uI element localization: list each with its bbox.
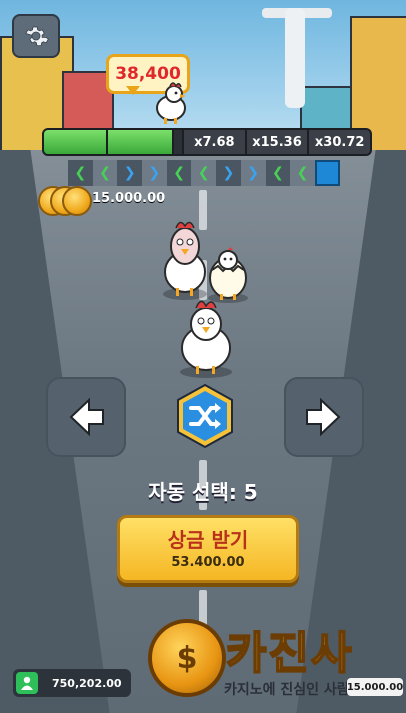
lane-history: ❮ ❮ ❯ ❯ ❮ ❮ ❯ ❯ ❮ ❮	[68, 160, 340, 186]
auto-select-count: 5	[243, 480, 258, 504]
auto-select-status: 자동 선택: 5	[0, 476, 406, 505]
move-right-button[interactable]	[284, 377, 364, 457]
arrow-left-icon	[69, 397, 104, 437]
multiplier-1: x7.68	[182, 130, 245, 154]
dollar-coin-icon: $	[148, 619, 226, 697]
multiplier-3: x30.72	[307, 130, 370, 154]
prize-value: 38,400	[115, 64, 181, 84]
wallet-amount: 750,202.00	[52, 676, 122, 690]
coin-stack-icon	[38, 186, 92, 216]
hatching-egg-character	[208, 247, 248, 303]
collect-prize-button[interactable]: 상금 받기 53.400.00	[117, 515, 299, 583]
logo-title: 카진사	[225, 627, 354, 680]
chevron-right-icon: ❯	[240, 160, 266, 186]
chevron-left-icon: ❮	[290, 160, 315, 186]
user-icon	[16, 672, 38, 694]
chevron-right-icon: ❯	[117, 160, 143, 186]
logo-amount: 15.000.00	[347, 678, 403, 696]
progress-gap	[174, 130, 182, 154]
game-scene: 38,400 x7.68 x15.36 x30.72 ❮ ❮ ❯ ❯ ❮ ❮ ❯…	[0, 0, 406, 713]
prize-bubble-tail	[126, 86, 140, 95]
multiplier-progress-bar: x7.68 x15.36 x30.72	[42, 128, 372, 156]
settings-button[interactable]	[12, 14, 60, 58]
chevron-right-icon: ❯	[142, 160, 167, 186]
progress-segment	[108, 130, 174, 154]
shuffle-icon	[177, 383, 233, 449]
move-left-button[interactable]	[46, 377, 126, 457]
coin-balance: 15.000.00	[92, 191, 166, 206]
wallet-panel[interactable]: 750,202.00	[13, 669, 131, 697]
coin-icon	[62, 186, 92, 216]
statue	[285, 8, 305, 108]
multiplier-2: x15.36	[244, 130, 308, 154]
leader-chicken	[156, 82, 186, 124]
collect-label: 상금 받기	[167, 528, 249, 552]
random-pick-button[interactable]	[174, 383, 236, 449]
chevron-right-icon: ❯	[216, 160, 241, 186]
chevron-left-icon: ❮	[68, 160, 93, 186]
brand-logo: $ 카진사 카지노에 진심인 사람들 15.000.00	[144, 617, 406, 707]
collect-amount: 53.400.00	[171, 555, 245, 570]
chevron-left-icon: ❮	[92, 160, 118, 186]
chevron-left-icon: ❮	[191, 160, 217, 186]
chevron-left-icon: ❮	[265, 160, 291, 186]
chevron-left-icon: ❮	[166, 160, 192, 186]
arrow-right-icon	[306, 397, 341, 437]
chicken-character	[180, 300, 232, 378]
gear-icon	[25, 26, 49, 46]
logo-subtitle: 카지노에 진심인 사람들	[224, 682, 363, 698]
auto-select-label: 자동 선택:	[148, 480, 237, 504]
current-lane-marker	[314, 160, 340, 186]
progress-segment	[44, 130, 108, 154]
chicken-character	[163, 221, 207, 300]
